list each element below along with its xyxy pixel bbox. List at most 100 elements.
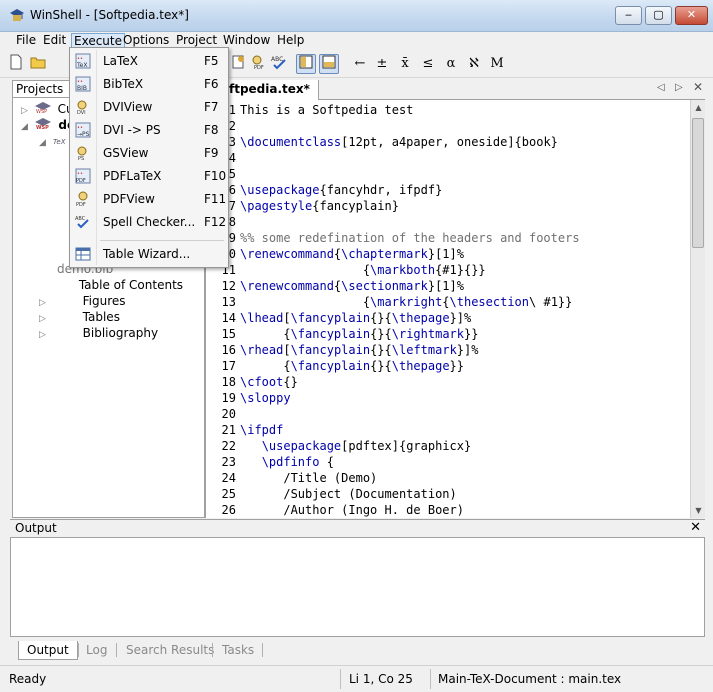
pdflatex-icon: ••PDF [75, 168, 91, 184]
line-number: 19 [221, 391, 236, 405]
menu-item-shortcut: F7 [204, 100, 219, 114]
layout-left-icon[interactable] [296, 54, 316, 74]
tab-search-results[interactable]: Search Results [118, 641, 222, 660]
collapse-arrow-icon[interactable]: ◢ [39, 135, 49, 151]
tab-scroll-right-icon[interactable]: ▷ [675, 82, 683, 93]
code-line: 9%% some redefination of the headers and… [206, 230, 580, 246]
pdflatex-toolbar-icon[interactable] [228, 54, 248, 74]
menu-item-shortcut: F6 [204, 77, 219, 91]
menu-help[interactable]: Help [275, 33, 306, 49]
line-text: {\fancyplain{}{\thepage}} [240, 359, 464, 373]
spell-check-icon: ABC [75, 216, 89, 229]
menu-item-label: Table Wizard... [103, 247, 191, 261]
code-line: 12 \renewcommand{\sectionmark}[1]% [206, 278, 464, 294]
menu-item-dvi-ps[interactable]: •• →PS DVI -> PS F8 [70, 119, 228, 142]
scrollbar-thumb[interactable] [692, 118, 704, 248]
less-equal-symbol-icon[interactable]: ≤ [418, 54, 438, 74]
line-number: 16 [221, 343, 236, 357]
scroll-down-icon[interactable]: ▼ [691, 503, 706, 518]
output-area[interactable] [10, 537, 705, 637]
tree-item-project-2[interactable]: ◢ WSP de [21, 117, 75, 133]
tree-item-project-1[interactable]: ▷ WSP Cu [21, 101, 74, 117]
dvi-ps-icon: ••→PS [75, 122, 91, 138]
tab-scroll-left-icon[interactable]: ◁ [657, 82, 665, 93]
code-line: 17 {\fancyplain{}{\thepage}} [206, 358, 464, 374]
pdf-view-toolbar-icon[interactable]: PDF [249, 54, 269, 74]
projects-tab[interactable]: Projects [13, 81, 73, 98]
svg-text:PDF: PDF [76, 202, 86, 207]
minimize-button[interactable]: ‒ [615, 6, 642, 25]
output-panel-title: Output [15, 521, 57, 535]
code-line: 19 \sloppy [206, 390, 291, 406]
menu-item-spell-checker[interactable]: ABC Spell Checker... F12 [70, 211, 228, 234]
tab-log[interactable]: Log [78, 641, 115, 660]
wsp-icon: WSP [34, 102, 51, 114]
svg-text:PDF: PDF [254, 65, 264, 70]
menu-item-bibtex[interactable]: •• BIB BibTeX F6 [70, 73, 228, 96]
line-number: 22 [221, 439, 236, 453]
menu-item-shortcut: F9 [204, 146, 219, 160]
code-line: 11 {\markboth{#1}{}} [206, 262, 486, 278]
menu-item-label: GSView [103, 146, 149, 160]
code-line: 22 \usepackage[pdftex]{graphicx} [206, 438, 472, 454]
svg-text:WSP: WSP [36, 125, 49, 130]
line-text: \pagestyle{fancyplain} [240, 199, 399, 213]
tree-item-tex-file[interactable]: ◢ TeX [39, 133, 72, 149]
line-text: {\markboth{#1}{}} [240, 263, 486, 277]
tree-item-table-of-contents[interactable]: Table of Contents [57, 277, 183, 293]
menu-item-dviview[interactable]: DVI DVIView F7 [70, 96, 228, 119]
collapse-arrow-icon[interactable]: ◢ [21, 119, 31, 135]
line-text: \renewcommand{\chaptermark}[1]% [240, 247, 464, 261]
code-line: 20 [206, 406, 240, 422]
line-text: \ifpdf [240, 423, 284, 437]
tree-item-label: Table of Contents [78, 278, 184, 292]
close-icon[interactable]: ✕ [690, 520, 701, 535]
menu-item-label: BibTeX [103, 77, 144, 91]
line-text: /Title (Demo) [240, 471, 378, 485]
menu-item-pdflatex[interactable]: •• PDF PDFLaTeX F10 [70, 165, 228, 188]
line-text: \rhead[\fancyplain{}{\leftmark}]% [240, 343, 479, 357]
spell-check-toolbar-icon[interactable]: ABC [270, 54, 290, 74]
menu-item-latex[interactable]: •• TeX LaTeX F5 [70, 50, 228, 73]
menu-item-table-wizard[interactable]: Table Wizard... [70, 243, 228, 266]
left-arrow-symbol-icon[interactable]: ← [350, 54, 370, 74]
code-editor[interactable]: 1 This is a Softpedia test 2 3 \documentclas… [205, 100, 690, 518]
menu-edit[interactable]: Edit [41, 33, 68, 49]
tree-item-bibliography[interactable]: ▷ Bibliography [39, 325, 158, 341]
editor-vertical-scrollbar[interactable]: ▲ ▼ [690, 100, 705, 518]
plus-minus-symbol-icon[interactable]: ± [372, 54, 392, 74]
aleph-symbol-icon[interactable]: ℵ [464, 54, 484, 74]
scroll-up-icon[interactable]: ▲ [691, 100, 706, 115]
code-line: 13 {\markright{\thesection\ #1}} [206, 294, 573, 310]
m-symbol-icon[interactable]: M [487, 54, 507, 74]
close-button[interactable]: ✕ [675, 6, 708, 25]
expand-arrow-icon[interactable]: ▷ [39, 327, 49, 343]
tab-output[interactable]: Output [18, 641, 78, 660]
svg-text:BIB: BIB [77, 85, 87, 92]
wsp-icon: WSP [35, 118, 52, 130]
open-folder-icon[interactable] [28, 54, 48, 74]
tree-item-tables[interactable]: ▷ Tables [39, 309, 120, 325]
code-line: 21 \ifpdf [206, 422, 284, 438]
menu-separator [100, 240, 224, 241]
menu-item-gsview[interactable]: PS GSView F9 [70, 142, 228, 165]
line-text: \lhead[\fancyplain{}{\thepage}]% [240, 311, 472, 325]
new-file-icon[interactable] [6, 54, 26, 74]
overline-x-symbol-icon[interactable]: x̄ [395, 54, 415, 74]
line-text: \renewcommand{\sectionmark}[1]% [240, 279, 464, 293]
tab-tasks[interactable]: Tasks [214, 641, 262, 660]
menu-item-pdfview[interactable]: PDF PDFView F11 [70, 188, 228, 211]
line-number: 12 [221, 279, 236, 293]
svg-text:TeX: TeX [76, 62, 87, 69]
tab-close-icon[interactable]: ✕ [693, 80, 703, 94]
line-text: \pdfinfo { [261, 455, 334, 469]
maximize-button[interactable]: ▢ [645, 6, 672, 25]
line-text: \cfoot{} [240, 375, 298, 389]
line-text: %% some redefination of the headers and … [240, 231, 580, 245]
layout-bottom-icon[interactable] [319, 54, 339, 74]
menu-file[interactable]: File [14, 33, 38, 49]
svg-text:DVI: DVI [77, 110, 86, 115]
tree-item-figures[interactable]: ▷ Figures [39, 293, 126, 309]
alpha-symbol-icon[interactable]: α [441, 54, 461, 74]
bibtex-icon: ••BIB [75, 76, 91, 92]
